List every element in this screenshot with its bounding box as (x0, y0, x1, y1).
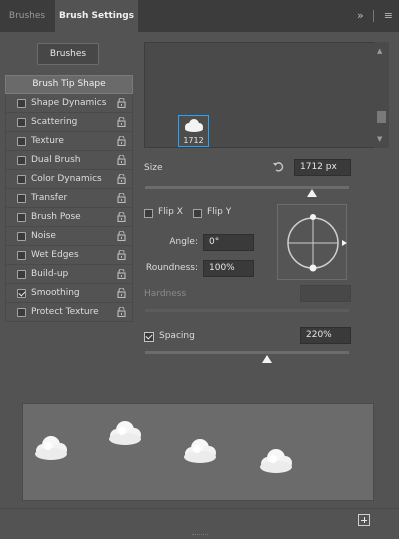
flip-y-checkbox[interactable] (193, 209, 202, 218)
tip-thumb-label: 1712 (183, 136, 204, 145)
brush-option-item[interactable]: Noise (5, 227, 133, 246)
footer-divider (0, 508, 399, 509)
option-label: Protect Texture (31, 307, 99, 317)
hardness-slider (145, 309, 349, 312)
spacing-slider[interactable] (145, 351, 349, 354)
reset-icon[interactable] (272, 160, 285, 173)
size-slider[interactable] (145, 186, 349, 189)
option-checkbox[interactable] (17, 289, 26, 298)
lock-icon[interactable] (117, 212, 126, 222)
option-label: Texture (31, 136, 64, 146)
option-label: Dual Brush (31, 155, 81, 165)
option-checkbox[interactable] (17, 175, 26, 184)
new-preset-icon[interactable] (358, 514, 370, 526)
brush-option-item[interactable]: Transfer (5, 189, 133, 208)
brushes-button[interactable]: Brushes (37, 43, 99, 65)
option-checkbox[interactable] (17, 99, 26, 108)
option-checkbox[interactable] (17, 251, 26, 260)
lock-icon[interactable] (117, 155, 126, 165)
scroll-thumb[interactable] (377, 111, 386, 123)
option-label: Noise (31, 231, 56, 241)
hardness-label: Hardness (144, 289, 187, 299)
size-slider-knob[interactable] (307, 189, 318, 197)
brush-option-item[interactable]: Smoothing (5, 284, 133, 303)
lock-icon[interactable] (117, 98, 126, 108)
menu-icon[interactable]: ≡ (384, 0, 393, 32)
brush-option-item[interactable]: Wet Edges (5, 246, 133, 265)
lock-icon[interactable] (117, 250, 126, 260)
option-checkbox[interactable] (17, 194, 26, 203)
lock-icon[interactable] (117, 231, 126, 241)
option-label: Wet Edges (31, 250, 79, 260)
angle-roundness-dial[interactable] (277, 204, 347, 280)
tab-bar: Brushes Brush Settings » ≡ (0, 0, 399, 32)
dial-graphic (287, 214, 347, 272)
lock-icon[interactable] (117, 117, 126, 127)
resize-grip[interactable] (192, 534, 208, 536)
brush-tip-shape-item[interactable]: Brush Tip Shape (5, 75, 133, 94)
roundness-field[interactable]: 100% (203, 260, 254, 277)
size-label: Size (144, 163, 163, 173)
brush-option-item[interactable]: Texture (5, 132, 133, 151)
angle-field[interactable]: 0° (203, 234, 254, 251)
option-label: Smoothing (31, 288, 80, 298)
spacing-slider-knob[interactable] (262, 355, 273, 363)
divider (373, 10, 375, 22)
tab-brush-settings[interactable]: Brush Settings (55, 0, 138, 32)
option-checkbox[interactable] (17, 270, 26, 279)
spacing-field[interactable]: 220% (300, 327, 351, 344)
option-label: Transfer (31, 193, 68, 203)
brush-option-item[interactable]: Brush Pose (5, 208, 133, 227)
flip-x-label: Flip X (158, 207, 183, 217)
spacing-label: Spacing (159, 331, 195, 341)
brush-option-item[interactable]: Dual Brush (5, 151, 133, 170)
lock-icon[interactable] (117, 307, 126, 317)
lock-icon[interactable] (117, 136, 126, 146)
brush-option-item[interactable]: Build-up (5, 265, 133, 284)
option-label: Shape Dynamics (31, 98, 107, 108)
brush-option-item[interactable]: Scattering (5, 113, 133, 132)
option-checkbox[interactable] (17, 232, 26, 241)
scroll-up-icon[interactable]: ▲ (377, 47, 382, 55)
option-label: Scattering (31, 117, 78, 127)
size-field[interactable]: 1712 px (294, 159, 351, 176)
option-label: Build-up (31, 269, 69, 279)
option-label: Color Dynamics (31, 174, 102, 184)
angle-label: Angle: (169, 237, 198, 247)
option-checkbox[interactable] (17, 118, 26, 127)
brush-tip-thumbnail[interactable]: 1712 (178, 115, 209, 147)
brush-option-item[interactable]: Protect Texture (5, 303, 133, 322)
scroll-down-icon[interactable]: ▼ (377, 135, 382, 143)
lock-icon[interactable] (117, 288, 126, 298)
option-checkbox[interactable] (17, 213, 26, 222)
spacing-checkbox[interactable] (144, 332, 154, 342)
flip-x-checkbox[interactable] (144, 209, 153, 218)
tab-icons: » ≡ (351, 0, 393, 32)
option-label: Brush Pose (31, 212, 81, 222)
flip-y-label: Flip Y (207, 207, 232, 217)
option-checkbox[interactable] (17, 156, 26, 165)
lock-icon[interactable] (117, 269, 126, 279)
option-checkbox[interactable] (17, 137, 26, 146)
option-checkbox[interactable] (17, 308, 26, 317)
tip-grid-scrollbar[interactable]: ▲ ▼ (374, 42, 389, 148)
brush-option-item[interactable]: Color Dynamics (5, 170, 133, 189)
stroke-preview-graphic (35, 421, 292, 473)
lock-icon[interactable] (117, 174, 126, 184)
brush-option-item[interactable]: Shape Dynamics (5, 94, 133, 113)
lock-icon[interactable] (117, 193, 126, 203)
cloud-brush-icon (185, 119, 203, 132)
brush-options-list: Brush Tip Shape Shape Dynamics Scattering… (5, 75, 133, 322)
stroke-preview (22, 403, 374, 501)
collapse-icon[interactable]: » (357, 0, 364, 32)
roundness-label: Roundness: (145, 263, 198, 273)
hardness-field (300, 285, 351, 302)
tab-brushes[interactable]: Brushes (0, 0, 54, 32)
